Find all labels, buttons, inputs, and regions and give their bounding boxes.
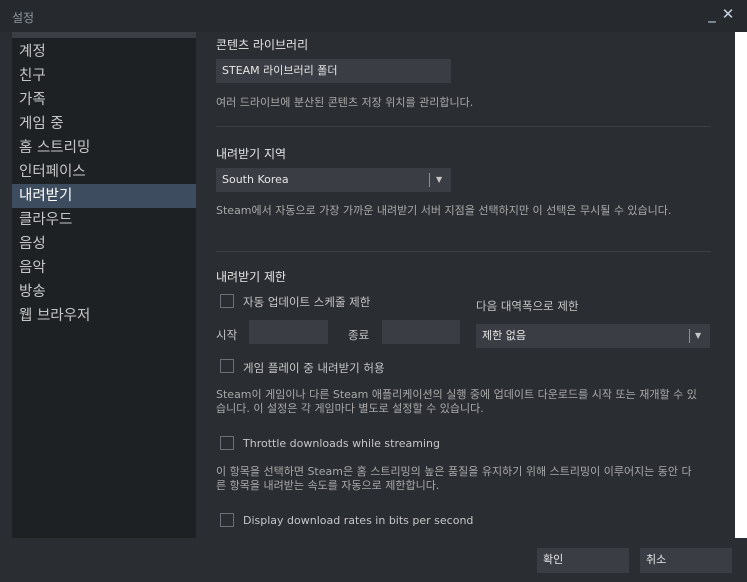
sidebar-item-family[interactable]: 가족	[12, 88, 196, 112]
bandwidth-limit-label: 다음 대역폭으로 제한	[476, 299, 579, 313]
download-region-value: South Korea	[222, 173, 289, 186]
download-region-description: Steam에서 자동으로 가장 가까운 내려받기 서버 지점을 선택하지만 이 …	[216, 204, 672, 217]
chevron-down-icon: ▼	[436, 175, 443, 184]
sidebar-item-interface[interactable]: 인터페이스	[12, 160, 196, 184]
content-scrollbar[interactable]	[735, 32, 747, 538]
sidebar-item-cloud[interactable]: 클라우드	[12, 208, 196, 232]
allow-download-during-play-description: Steam이 게임이나 다른 Steam 애플리케이션의 실행 중에 업데이트 …	[216, 388, 697, 415]
allow-download-during-play-checkbox[interactable]	[220, 359, 234, 373]
sidebar-item-broadcasting[interactable]: 방송	[12, 280, 196, 304]
bits-per-second-label: Display download rates in bits per secon…	[243, 514, 474, 527]
throttle-while-streaming-label: Throttle downloads while streaming	[243, 437, 440, 450]
ok-button[interactable]: 확인	[537, 548, 629, 573]
content-library-description: 여러 드라이브에 분산된 콘텐츠 저장 위치를 관리합니다.	[216, 96, 474, 109]
select-separator	[429, 173, 430, 187]
steam-library-folders-button[interactable]: STEAM 라이브러리 폴더	[216, 59, 451, 83]
sidebar-item-downloads[interactable]: 내려받기	[12, 184, 196, 208]
settings-content: 콘텐츠 라이브러리 STEAM 라이브러리 폴더 여러 드라이브에 분산된 콘텐…	[196, 32, 744, 538]
sidebar-item-web-browser[interactable]: 웹 브라우저	[12, 304, 196, 328]
sidebar-item-in-game[interactable]: 게임 중	[12, 112, 196, 136]
select-separator	[689, 329, 690, 343]
download-region-select[interactable]: South Korea ▼	[216, 168, 451, 192]
sidebar-scroll-strip	[12, 32, 196, 38]
title-bar: 설정 _ ✕	[0, 0, 747, 32]
auto-update-limit-label: 자동 업데이트 스케줄 제한	[243, 295, 371, 309]
download-region-heading: 내려받기 지역	[216, 147, 287, 161]
cancel-button[interactable]: 취소	[640, 548, 732, 573]
schedule-end-label: 종료	[348, 328, 370, 342]
schedule-start-input[interactable]	[249, 320, 328, 344]
sidebar-item-home-streaming[interactable]: 홈 스트리밍	[12, 136, 196, 160]
section-divider	[216, 126, 711, 127]
schedule-start-label: 시작	[216, 328, 238, 342]
settings-sidebar: 계정 친구 가족 게임 중 홈 스트리밍 인터페이스 내려받기 클라우드 음성 …	[12, 32, 196, 538]
sidebar-item-friends[interactable]: 친구	[12, 64, 196, 88]
sidebar-list: 계정 친구 가족 게임 중 홈 스트리밍 인터페이스 내려받기 클라우드 음성 …	[12, 40, 196, 328]
bits-per-second-checkbox[interactable]	[220, 513, 234, 527]
chevron-down-icon: ▼	[695, 331, 702, 340]
throttle-while-streaming-description: 이 항목을 선택하면 Steam은 홈 스트리밍의 높은 품질을 유지하기 위해…	[216, 465, 692, 492]
bandwidth-limit-value: 제한 없음	[482, 329, 526, 342]
sidebar-item-music[interactable]: 음악	[12, 256, 196, 280]
window-title: 설정	[12, 11, 35, 25]
bandwidth-limit-select[interactable]: 제한 없음 ▼	[476, 324, 710, 348]
allow-download-during-play-label: 게임 플레이 중 내려받기 허용	[243, 361, 385, 375]
sidebar-item-account[interactable]: 계정	[12, 40, 196, 64]
section-divider	[216, 251, 711, 252]
close-icon[interactable]: ✕	[720, 4, 736, 24]
auto-update-limit-checkbox[interactable]	[220, 294, 234, 308]
throttle-while-streaming-checkbox[interactable]	[220, 436, 234, 450]
schedule-end-input[interactable]	[382, 320, 460, 344]
content-library-heading: 콘텐츠 라이브러리	[216, 38, 309, 52]
minimize-button[interactable]: _	[704, 4, 720, 24]
download-limits-heading: 내려받기 제한	[216, 270, 287, 284]
sidebar-item-voice[interactable]: 음성	[12, 232, 196, 256]
